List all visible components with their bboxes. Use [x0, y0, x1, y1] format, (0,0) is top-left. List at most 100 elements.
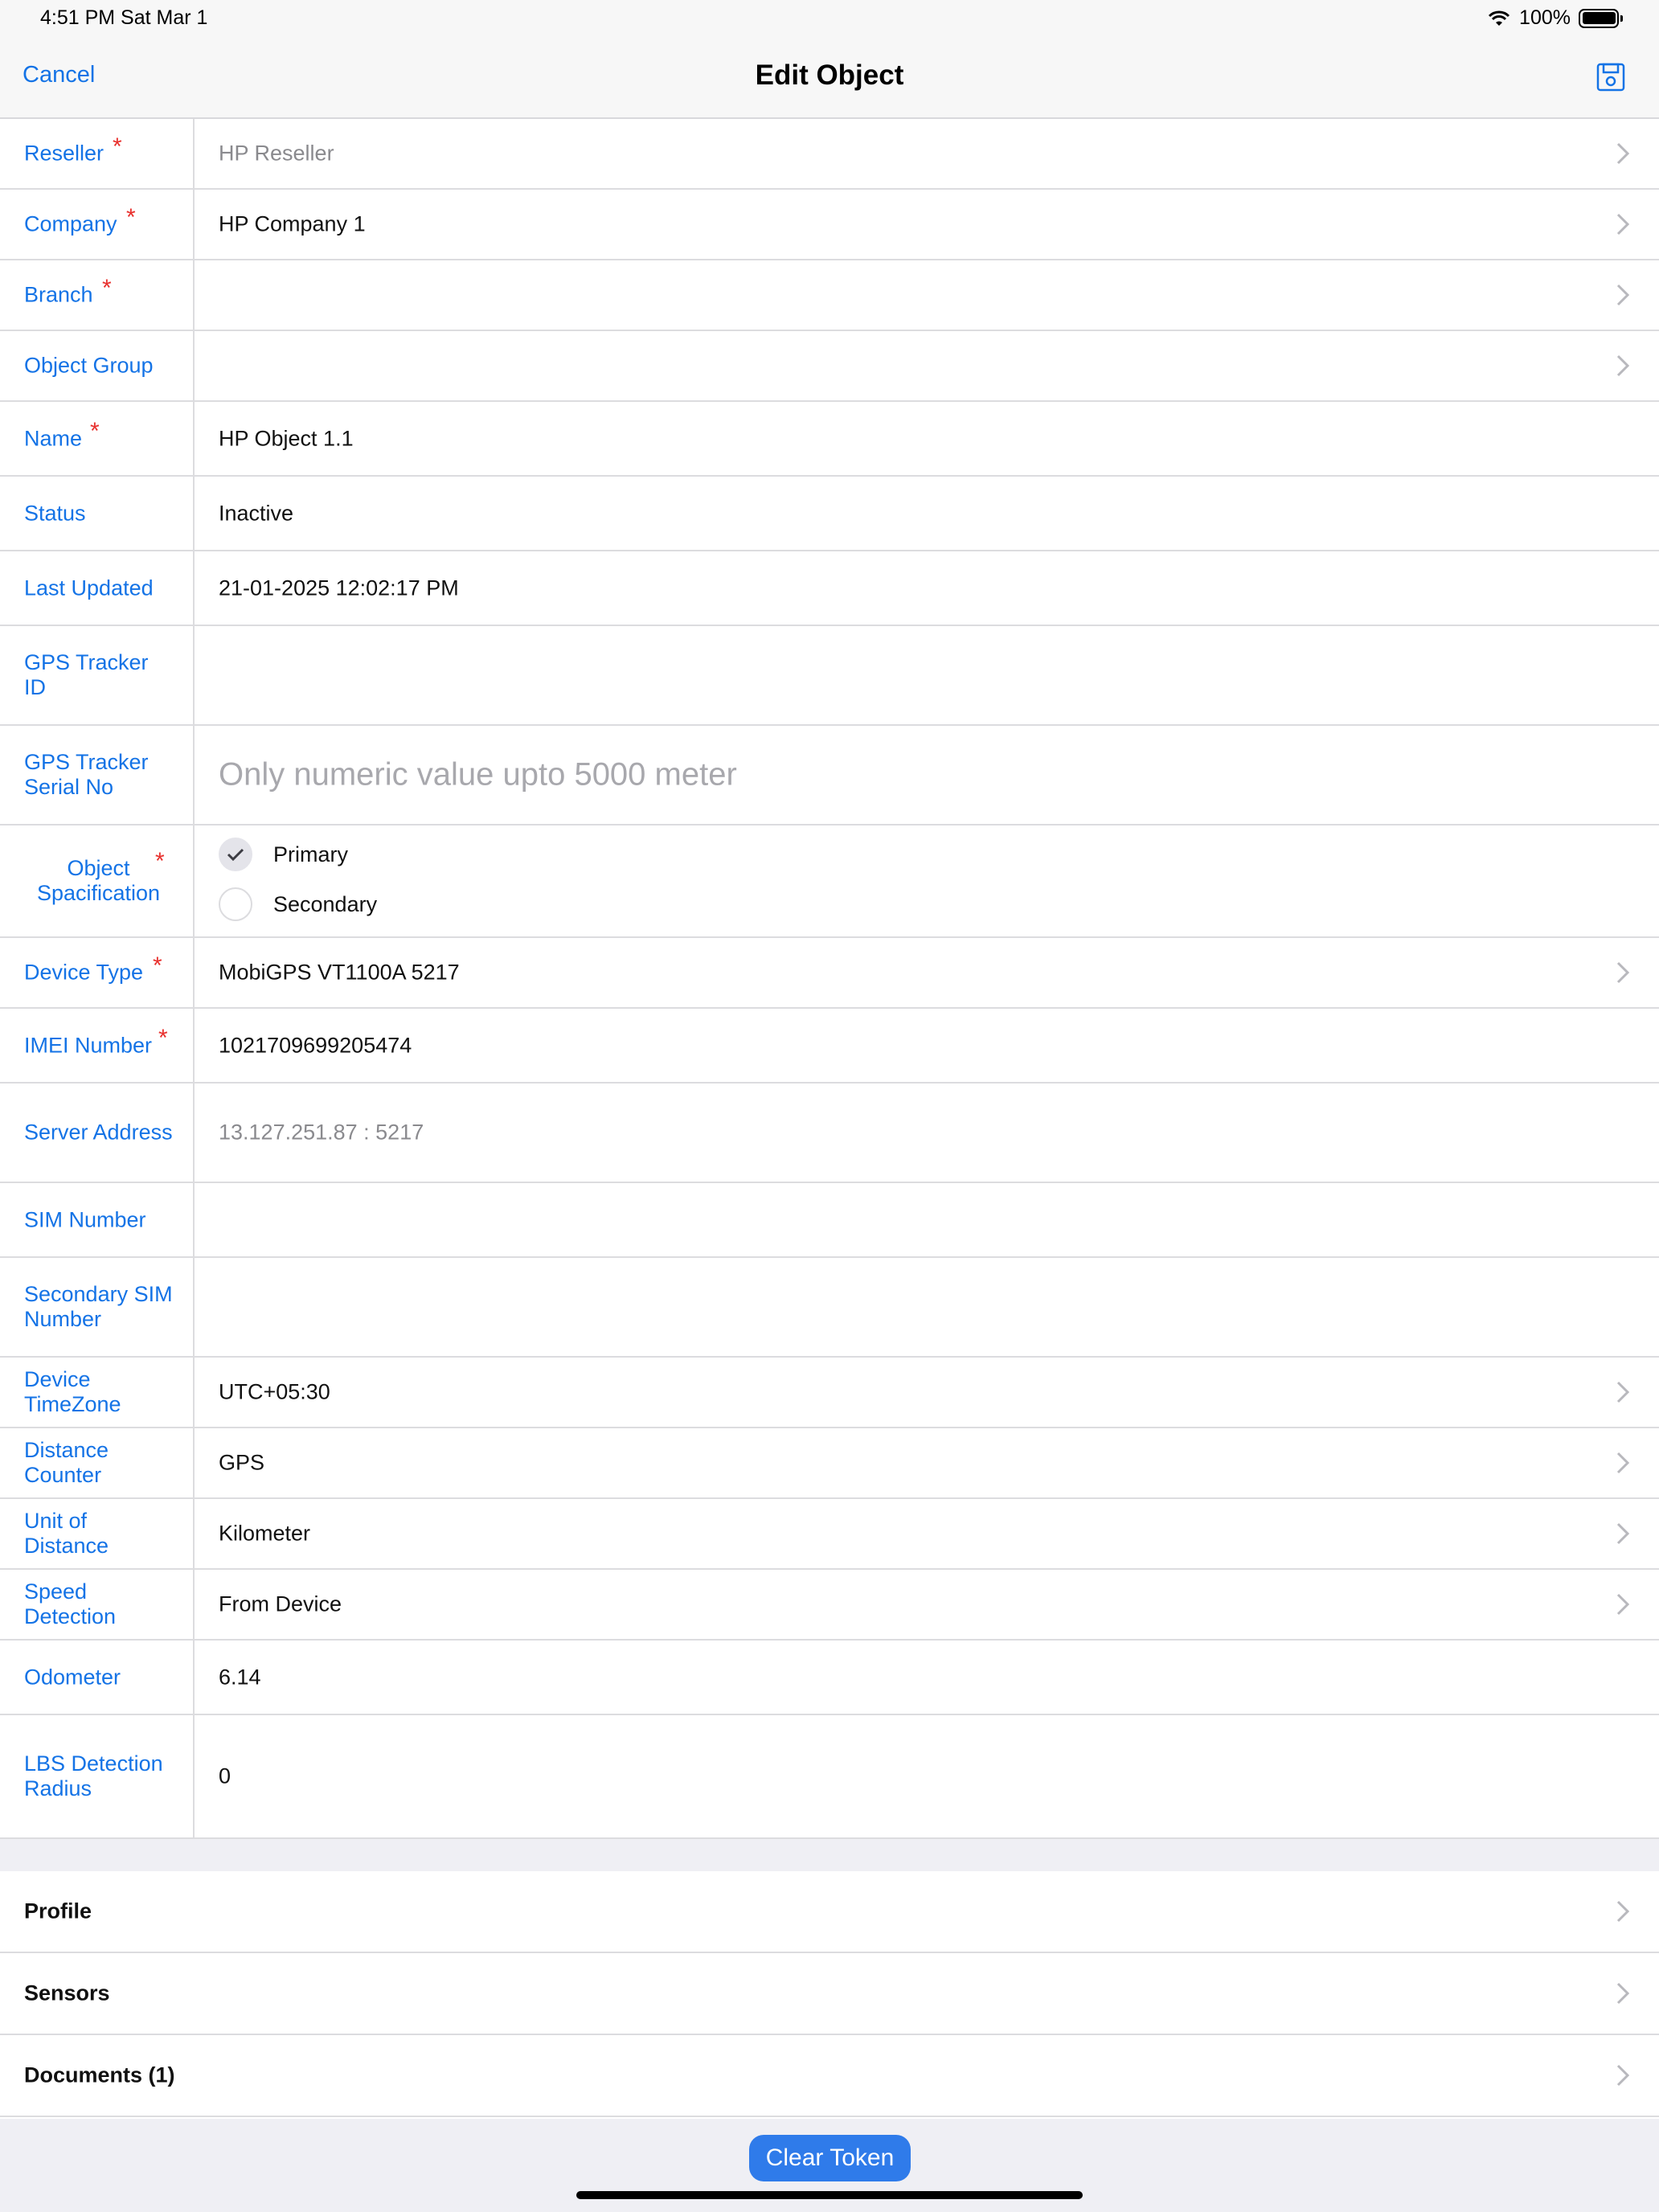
last-updated-label: Last Updated — [24, 576, 154, 600]
radio-empty-icon — [219, 887, 252, 921]
unit-of-distance-value: Kilometer — [219, 1521, 311, 1546]
speed-detection-label: Speed Detection — [24, 1579, 117, 1628]
company-label: Company — [24, 211, 117, 236]
chevron-right-icon — [1616, 354, 1630, 377]
documents-label: Documents (1) — [24, 2062, 175, 2087]
gps-tracker-serial-field[interactable]: Only numeric value upto 5000 meter — [219, 757, 737, 793]
chevron-right-icon — [1616, 2064, 1630, 2087]
row-sim-number[interactable]: SIM Number — [0, 1183, 1659, 1258]
status-time: 4:51 PM Sat Mar 1 — [40, 6, 208, 29]
required-asterisk: * — [126, 204, 136, 231]
object-specification-label: Object Spacification — [36, 856, 161, 905]
status-bar: 4:51 PM Sat Mar 1 100% — [0, 0, 1659, 35]
chevron-right-icon — [1616, 213, 1630, 236]
row-object-group[interactable]: Object Group — [0, 331, 1659, 402]
odometer-field[interactable]: 6.14 — [219, 1665, 261, 1690]
imei-number-field[interactable]: 1021709699205474 — [219, 1033, 412, 1058]
row-gps-tracker-serial[interactable]: GPS Tracker Serial No Only numeric value… — [0, 726, 1659, 825]
company-value: HP Company 1 — [219, 211, 366, 236]
row-name[interactable]: Name * HP Object 1.1 — [0, 402, 1659, 477]
reseller-label: Reseller — [24, 141, 104, 166]
name-field[interactable]: HP Object 1.1 — [219, 426, 354, 451]
footer: Clear Token — [0, 2119, 1659, 2212]
edit-object-form: Reseller * HP Reseller Company * HP Compan… — [0, 119, 1659, 1839]
row-device-timezone[interactable]: Device TimeZone UTC+05:30 — [0, 1358, 1659, 1428]
chevron-right-icon — [1616, 1381, 1630, 1403]
object-group-label: Object Group — [24, 353, 154, 378]
device-timezone-label: Device TimeZone — [24, 1367, 121, 1416]
documents-row[interactable]: Documents (1) — [0, 2035, 1659, 2117]
chevron-right-icon — [1616, 1593, 1630, 1616]
required-asterisk: * — [155, 848, 165, 875]
device-timezone-value: UTC+05:30 — [219, 1379, 330, 1404]
row-company[interactable]: Company * HP Company 1 — [0, 190, 1659, 260]
device-type-value: MobiGPS VT1100A 5217 — [219, 960, 460, 985]
gps-tracker-id-label: GPS Tracker ID — [24, 650, 149, 699]
sensors-row[interactable]: Sensors — [0, 1953, 1659, 2035]
row-branch[interactable]: Branch * — [0, 260, 1659, 331]
home-indicator[interactable] — [576, 2191, 1083, 2199]
unit-of-distance-label: Unit of Distance — [24, 1509, 109, 1558]
row-speed-detection[interactable]: Speed Detection From Device — [0, 1570, 1659, 1641]
chevron-right-icon — [1616, 1452, 1630, 1474]
chevron-right-icon — [1616, 1900, 1630, 1923]
profile-row[interactable]: Profile — [0, 1871, 1659, 1953]
sim-number-label: SIM Number — [24, 1207, 146, 1231]
row-unit-of-distance[interactable]: Unit of Distance Kilometer — [0, 1499, 1659, 1570]
row-lbs-detection-radius[interactable]: LBS Detection Radius 0 — [0, 1715, 1659, 1839]
chevron-right-icon — [1616, 961, 1630, 984]
battery-icon — [1579, 8, 1623, 28]
chevron-right-icon — [1616, 1982, 1630, 2005]
profile-label: Profile — [24, 1899, 92, 1923]
sensors-label: Sensors — [24, 1981, 110, 2005]
navigation-bar: Cancel Edit Object — [0, 35, 1659, 119]
checkmark-icon — [219, 838, 252, 871]
required-asterisk: * — [90, 418, 100, 444]
battery-percentage: 100% — [1519, 6, 1571, 29]
radio-secondary[interactable]: Secondary — [219, 887, 377, 921]
row-gps-tracker-id[interactable]: GPS Tracker ID — [0, 626, 1659, 726]
server-address-label: Server Address — [24, 1120, 173, 1145]
server-address-value: 13.127.251.87 : 5217 — [219, 1120, 424, 1145]
status-label: Status — [24, 501, 86, 525]
row-server-address: Server Address 13.127.251.87 : 5217 — [0, 1083, 1659, 1183]
radio-primary-label: Primary — [273, 842, 348, 866]
row-reseller[interactable]: Reseller * HP Reseller — [0, 119, 1659, 190]
row-odometer[interactable]: Odometer 6.14 — [0, 1641, 1659, 1715]
radio-secondary-label: Secondary — [273, 891, 378, 916]
required-asterisk: * — [158, 1025, 168, 1051]
row-distance-counter[interactable]: Distance Counter GPS — [0, 1428, 1659, 1499]
lbs-detection-radius-label: LBS Detection Radius — [24, 1751, 163, 1800]
chevron-right-icon — [1616, 1522, 1630, 1545]
wifi-icon — [1488, 10, 1510, 26]
object-specification-radio-group: Primary Secondary — [219, 825, 701, 936]
required-asterisk: * — [113, 133, 122, 160]
radio-primary[interactable]: Primary — [219, 838, 348, 871]
device-type-label: Device Type — [24, 960, 144, 985]
status-indicators: 100% — [1487, 6, 1623, 30]
section-separator — [0, 1839, 1659, 1871]
row-device-type[interactable]: Device Type * MobiGPS VT1100A 5217 — [0, 938, 1659, 1009]
distance-counter-label: Distance Counter — [24, 1438, 109, 1487]
distance-counter-value: GPS — [219, 1450, 265, 1475]
row-status: Status Inactive — [0, 477, 1659, 551]
gps-tracker-serial-label: GPS Tracker Serial No — [24, 750, 149, 799]
lbs-detection-radius-field[interactable]: 0 — [219, 1764, 231, 1789]
branch-label: Branch — [24, 282, 93, 307]
required-asterisk: * — [153, 952, 162, 979]
speed-detection-value: From Device — [219, 1591, 342, 1616]
row-last-updated: Last Updated 21-01-2025 12:02:17 PM — [0, 551, 1659, 626]
clear-token-button[interactable]: Clear Token — [749, 2135, 911, 2181]
row-secondary-sim-number[interactable]: Secondary SIM Number — [0, 1258, 1659, 1358]
chevron-right-icon — [1616, 284, 1630, 306]
reseller-value: HP Reseller — [219, 141, 334, 166]
odometer-label: Odometer — [24, 1665, 121, 1689]
secondary-sim-number-label: Secondary SIM Number — [24, 1282, 173, 1331]
last-updated-value: 21-01-2025 12:02:17 PM — [219, 576, 459, 600]
status-value: Inactive — [219, 501, 294, 525]
save-icon[interactable] — [1596, 61, 1625, 93]
row-object-specification: Object Spacification * Primary Secondary — [0, 825, 1659, 938]
required-asterisk: * — [102, 275, 112, 301]
row-imei-number[interactable]: IMEI Number * 1021709699205474 — [0, 1009, 1659, 1083]
page-title: Edit Object — [755, 59, 904, 91]
